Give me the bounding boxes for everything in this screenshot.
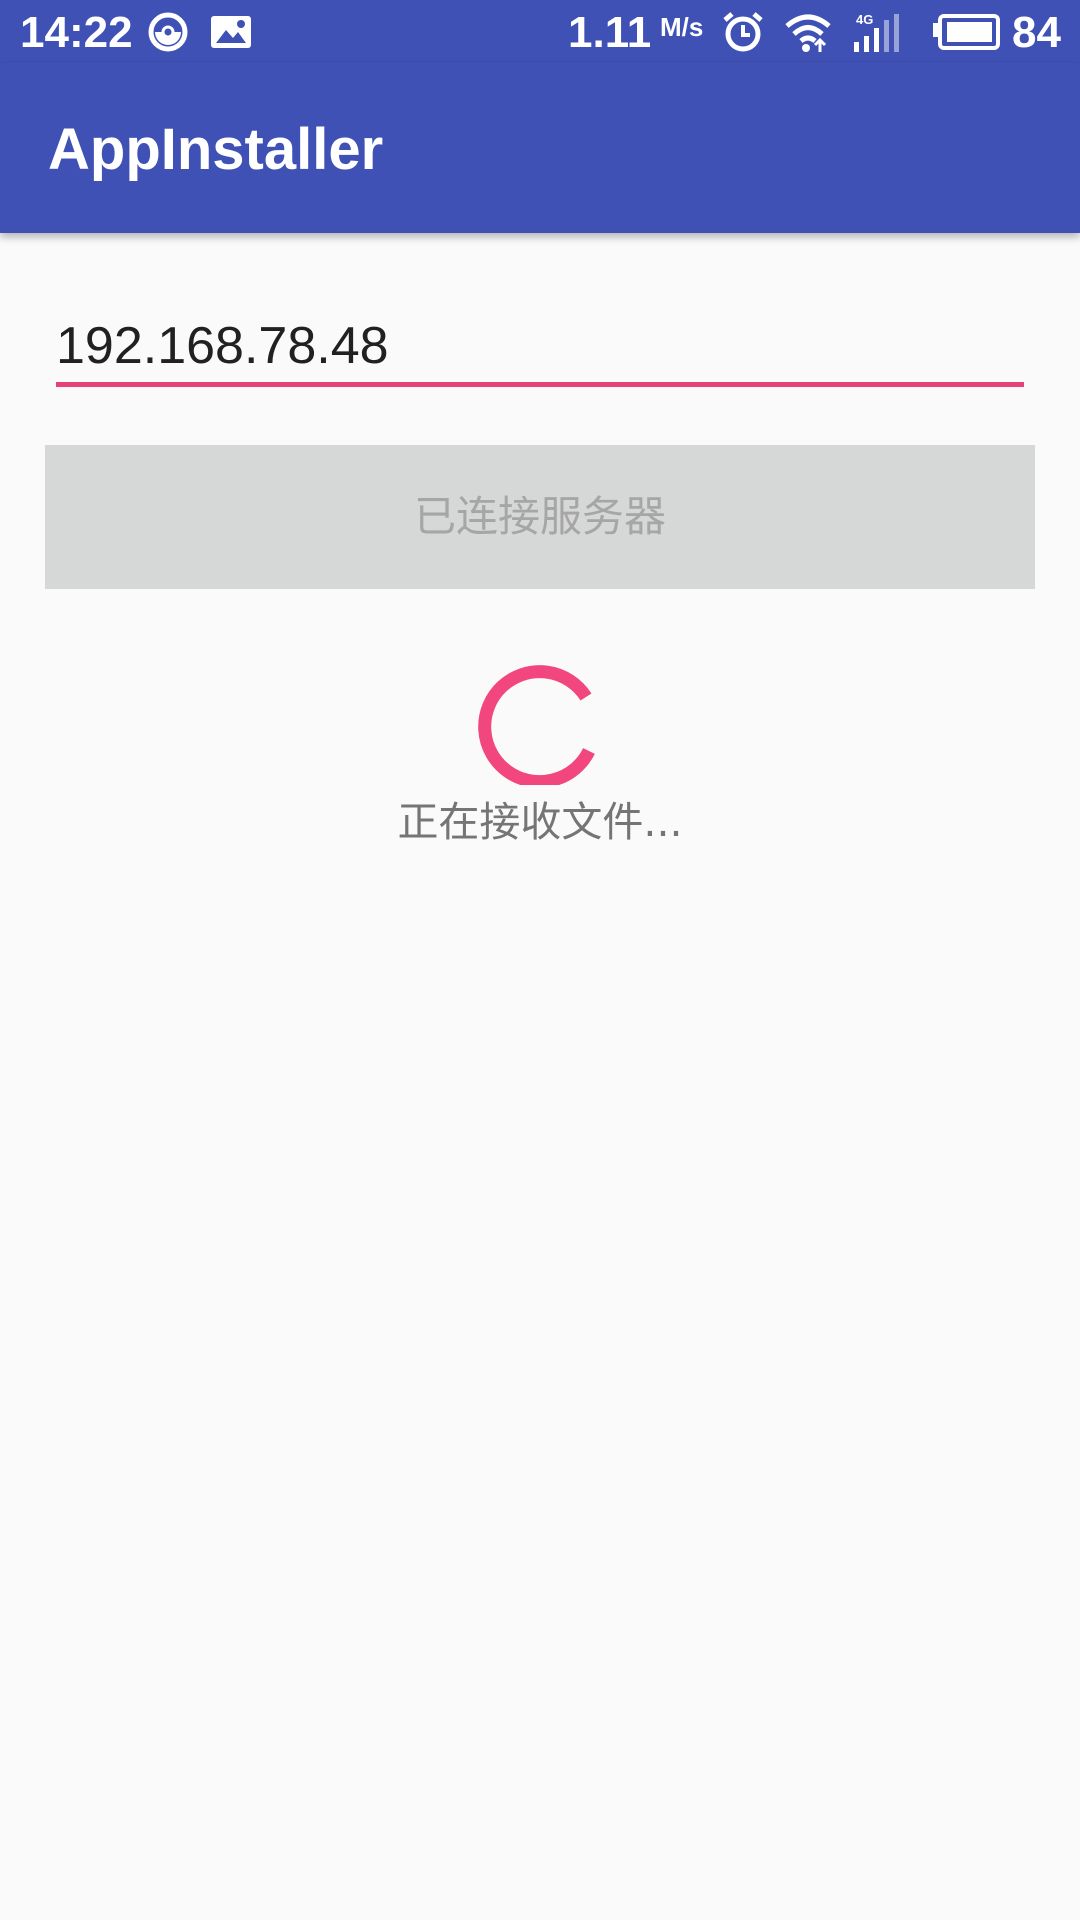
battery-icon bbox=[933, 14, 1000, 50]
network-speed: 1.11 bbox=[568, 8, 652, 57]
pokeball-notification-icon bbox=[148, 12, 188, 52]
alarm-icon bbox=[723, 12, 763, 52]
battery-level: 84 bbox=[1012, 8, 1061, 57]
status-time: 14:22 bbox=[20, 8, 133, 57]
wifi-icon bbox=[785, 14, 831, 52]
app-bar: AppInstaller bbox=[0, 63, 1080, 233]
connect-server-button[interactable]: 已连接服务器 bbox=[45, 445, 1035, 589]
image-notification-icon bbox=[211, 16, 251, 48]
app-title: AppInstaller bbox=[48, 117, 384, 182]
receiving-status-text: 正在接收文件... bbox=[397, 798, 683, 846]
status-bar: 14:22 1.11 M/s 4G 84 bbox=[0, 0, 1080, 63]
cell-signal-icon: 4G bbox=[854, 12, 899, 52]
network-type-label: 4G bbox=[856, 12, 873, 27]
server-ip-input[interactable] bbox=[56, 310, 1024, 387]
loading-spinner-icon bbox=[478, 665, 595, 785]
network-speed-unit: M/s bbox=[660, 12, 704, 42]
